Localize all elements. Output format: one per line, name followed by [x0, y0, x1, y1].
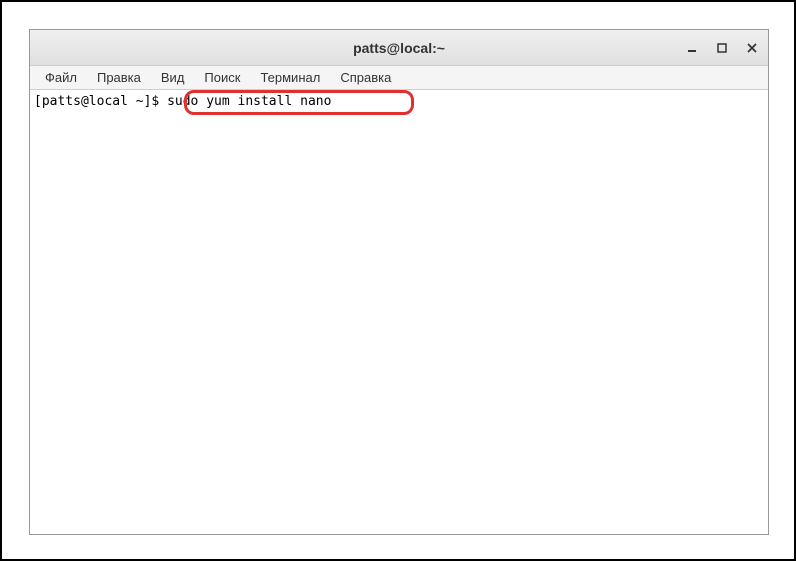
menu-terminal[interactable]: Терминал — [251, 68, 329, 87]
menu-view[interactable]: Вид — [152, 68, 194, 87]
menubar: Файл Правка Вид Поиск Терминал Справка — [30, 66, 768, 90]
close-button[interactable] — [744, 40, 760, 56]
titlebar: patts@local:~ — [30, 30, 768, 66]
window-controls — [684, 40, 760, 56]
window-title: patts@local:~ — [353, 40, 445, 56]
minimize-button[interactable] — [684, 40, 700, 56]
menu-search[interactable]: Поиск — [195, 68, 249, 87]
terminal-command: sudo yum install nano — [167, 94, 331, 109]
terminal-window: patts@local:~ Файл Правка Вид Поиск Терм… — [29, 29, 769, 535]
menu-file[interactable]: Файл — [36, 68, 86, 87]
menu-edit[interactable]: Правка — [88, 68, 150, 87]
terminal-prompt: [patts@local ~]$ — [34, 94, 167, 109]
terminal-line: [patts@local ~]$ sudo yum install nano — [34, 93, 764, 111]
maximize-button[interactable] — [714, 40, 730, 56]
menu-help[interactable]: Справка — [331, 68, 400, 87]
terminal-body[interactable]: [patts@local ~]$ sudo yum install nano — [30, 90, 768, 534]
